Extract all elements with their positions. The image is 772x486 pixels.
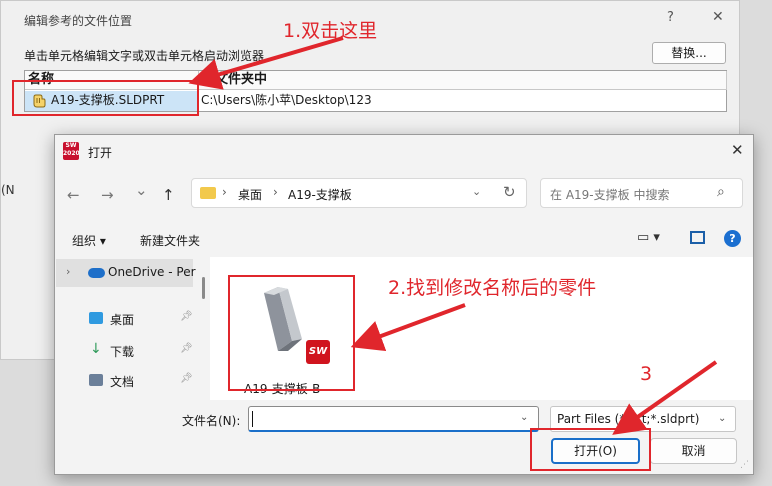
annotation-step3: 3	[640, 363, 653, 385]
file-type-value: Part Files (*.prt;*.sldprt)	[557, 412, 700, 426]
annotation-box-step2	[228, 275, 355, 391]
up-arrow-icon[interactable]: ↑	[162, 186, 175, 204]
column-header-folder[interactable]: 在文件夹中	[199, 71, 727, 90]
pin-icon: 📌︎	[180, 311, 193, 322]
label-fragment: (N	[1, 183, 15, 197]
solidworks-logo-icon: SW 2020	[63, 142, 80, 160]
chevron-down-icon[interactable]: ⌄	[520, 412, 528, 423]
breadcrumb-separator: ›	[222, 185, 227, 199]
organize-menu[interactable]: 组织 ▾	[72, 232, 106, 249]
breadcrumb-desktop[interactable]: 桌面	[238, 186, 262, 203]
breadcrumb-folder[interactable]: A19-支撑板	[288, 186, 352, 203]
cancel-button[interactable]: 取消	[650, 438, 737, 464]
chevron-right-icon[interactable]: ›	[66, 265, 70, 278]
history-dropdown-icon[interactable]: ⌄	[135, 181, 148, 199]
sidebar-item-label: 文档	[110, 375, 135, 389]
open-file-dialog: SW 2020 打开 ✕ ← → ⌄ ↑ › 桌面 › A19-支撑板 ⌄ ↻ …	[54, 134, 754, 475]
folder-icon	[200, 187, 216, 199]
sidebar-item-label: 桌面	[110, 313, 135, 327]
annotation-box-step3	[530, 428, 651, 471]
replace-button[interactable]: 替换...	[652, 42, 726, 64]
sidebar-item-desktop[interactable]: 桌面 📌︎	[56, 308, 193, 332]
text-caret	[252, 411, 253, 427]
filename-input[interactable]: ⌄	[248, 406, 539, 432]
address-bar[interactable]: › 桌面 › A19-支撑板 ⌄ ↻	[191, 178, 527, 208]
documents-icon	[89, 374, 103, 386]
cell-folder[interactable]: C:\Users\陈小苹\Desktop\123	[199, 91, 727, 111]
filename-label: 文件名(N):	[182, 414, 241, 428]
pin-icon: 📌︎	[180, 373, 193, 384]
dialog-title: 编辑参考的文件位置	[24, 14, 133, 28]
download-icon: ↓	[90, 341, 102, 357]
breadcrumb-separator: ›	[273, 185, 278, 199]
chevron-down-icon[interactable]: ⌄	[472, 185, 481, 198]
desktop-icon	[89, 312, 103, 324]
close-button[interactable]: ✕	[731, 141, 744, 159]
annotation-box-step1	[12, 80, 199, 116]
annotation-step1: 1.双击这里	[283, 20, 378, 42]
forward-arrow-icon[interactable]: →	[101, 186, 114, 204]
help-button[interactable]: ?	[667, 10, 674, 25]
view-options-icon[interactable]: ▭ ▾	[637, 230, 660, 245]
preview-pane-icon[interactable]	[690, 231, 705, 244]
sidebar-item-downloads[interactable]: ↓ 下载 📌︎	[56, 340, 193, 364]
navigation-pane: › OneDrive - Per 桌面 📌︎ ↓ 下载 📌︎ 文档 📌︎	[56, 257, 208, 400]
back-arrow-icon[interactable]: ←	[67, 186, 80, 204]
sidebar-item-onedrive[interactable]: › OneDrive - Per	[56, 259, 196, 287]
annotation-step2: 2.找到修改名称后的零件	[388, 277, 597, 299]
refresh-icon[interactable]: ↻	[503, 183, 516, 201]
scrollbar[interactable]	[202, 277, 205, 299]
close-button[interactable]: ✕	[712, 9, 724, 25]
resize-grip-icon[interactable]: ⋰	[740, 460, 749, 470]
dialog-title: 打开	[88, 146, 113, 160]
instruction-text: 单击单元格编辑文字或双击单元格启动浏览器	[24, 49, 265, 63]
toolbar: 组织 ▾ 新建文件夹 ▭ ▾ ?	[56, 227, 752, 253]
new-folder-button[interactable]: 新建文件夹	[140, 232, 200, 249]
pin-icon: 📌︎	[180, 343, 193, 354]
sidebar-item-label: 下载	[110, 345, 135, 359]
search-icon[interactable]: ⌕	[717, 184, 725, 200]
search-box[interactable]: 在 A19-支撑板 中搜索 ⌕	[540, 178, 743, 208]
onedrive-cloud-icon	[88, 268, 105, 278]
sidebar-item-documents[interactable]: 文档 📌︎	[56, 370, 193, 394]
chevron-down-icon[interactable]: ⌄	[718, 413, 726, 424]
help-icon[interactable]: ?	[724, 230, 741, 247]
search-placeholder: 在 A19-支撑板 中搜索	[550, 188, 670, 202]
sidebar-item-label: OneDrive - Per	[108, 265, 196, 279]
